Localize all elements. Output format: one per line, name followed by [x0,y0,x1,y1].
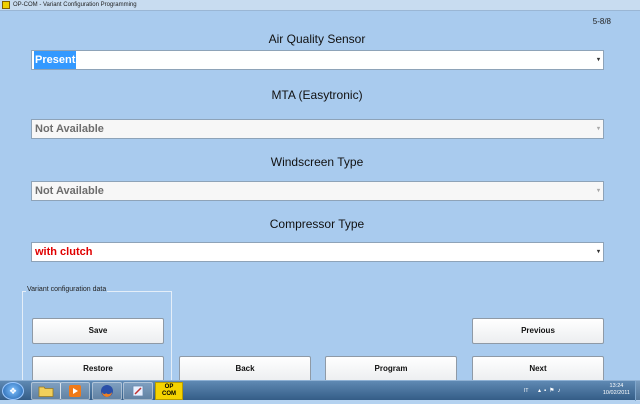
opcom-label-line2: COM [162,391,176,397]
air-quality-sensor-label: Air Quality Sensor [268,32,366,46]
tray-icons[interactable]: ▴▪⚑♪ [538,387,564,394]
dropdown-arrow-icon[interactable]: ▾ [595,52,602,68]
clock-time: 13:24 [609,383,624,389]
dropdown-arrow-icon[interactable]: ▾ [595,244,602,260]
program-button[interactable]: Program [325,356,457,382]
opcom-taskbar-button[interactable]: OP COM [155,382,183,400]
dropdown-arrow-icon: ▾ [596,126,600,132]
opcom-app-icon [2,1,10,9]
restore-button[interactable]: Restore [32,356,164,382]
next-button[interactable]: Next [472,356,604,382]
air-quality-sensor-value: Present [34,51,77,69]
window-title: OP-COM - Variant Configuration Programmi… [13,2,137,8]
taskbar: ❖ OP COM IT ▴▪⚑♪ 13:24 10/02/2011 [0,380,640,401]
windscreen-type-select: Not Available ▾ [31,181,604,201]
flag-icon[interactable]: ⚑ [549,388,557,394]
compressor-type-select[interactable]: with clutch ▾ [31,242,604,262]
mta-easytronic-select: Not Available ▾ [31,119,604,139]
paint-icon[interactable] [123,382,153,400]
folder-icon[interactable] [31,382,61,400]
compressor-type-value: with clutch [35,246,93,258]
page-indicator: 5-8/8 [592,17,611,26]
windows-orb-icon[interactable]: ❖ [2,382,24,400]
firefox-icon[interactable] [92,382,122,400]
clock-date: 10/02/2011 [602,390,630,396]
media-player-icon[interactable] [60,382,90,400]
save-button[interactable]: Save [32,318,164,344]
window-titlebar: OP-COM - Variant Configuration Programmi… [0,0,640,11]
back-button[interactable]: Back [179,356,311,382]
system-tray: IT ▴▪⚑♪ 13:24 10/02/2011 [524,381,634,401]
clock[interactable]: 13:24 10/02/2011 [603,383,630,397]
opcom-label-line1: OP [164,384,174,390]
mta-easytronic-value: Not Available [35,123,104,135]
show-desktop-button[interactable] [635,381,640,401]
windscreen-type-value: Not Available [35,185,104,197]
volume-icon[interactable]: ♪ [558,388,564,394]
previous-button[interactable]: Previous [472,318,604,344]
dropdown-arrow-icon: ▾ [596,188,600,194]
air-quality-sensor-select[interactable]: Present ▾ [31,50,604,70]
language-indicator[interactable]: IT [524,388,528,394]
variant-config-group-legend: Variant configuration data [26,286,108,293]
compressor-type-label: Compressor Type [269,217,365,231]
windscreen-type-label: Windscreen Type [270,155,364,169]
mta-easytronic-label: MTA (Easytronic) [271,88,363,102]
